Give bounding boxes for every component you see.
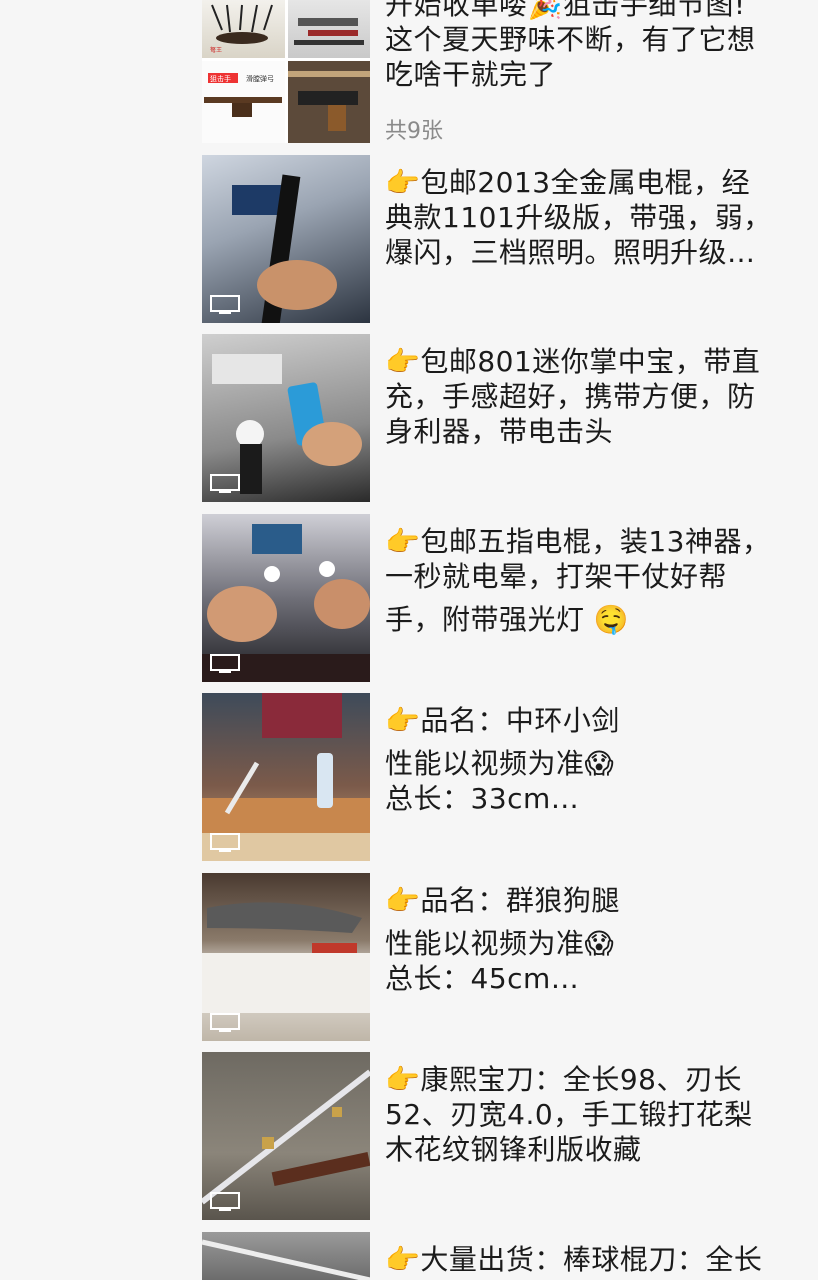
post-text-line: 总长：45cm… [385,962,580,995]
list-item[interactable]: 👉品名：中环小剑 性能以视频为准😱 总长：33cm… [0,693,818,863]
video-icon [210,1013,240,1032]
post-text-line: 👉品名：中环小剑 [385,704,620,737]
post-text-line: 👉康熙宝刀：全长98、刃长 [385,1063,742,1096]
svg-text:狙击手: 狙击手 [210,74,231,83]
list-item[interactable]: 👉品名：群狼狗腿 性能以视频为准😱 总长：45cm… [0,873,818,1043]
post-text-line: 👉大量出货：棒球棍刀：全长 [385,1243,763,1276]
post-text: 👉品名：群狼狗腿 性能以视频为准😱 总长：45cm… [385,883,780,996]
post-text-line: 充，手感超好，携带方便，防 [385,380,756,413]
post-text: 👉包邮801迷你掌中宝，带直 充，手感超好，携带方便，防 身利器，带电击头 [385,344,780,449]
post-text-line: 手，附带强光灯 🤤 [385,603,630,636]
list-item[interactable]: 👉包邮2013全金属电棍，经 典款1101升级版，带强，弱， 爆闪，三档照明。照… [0,155,818,325]
collage-photo-3: 狙击手 滑膛弹弓 [202,61,285,143]
post-text-line: 身利器，带电击头 [385,415,614,448]
video-thumbnail[interactable] [202,334,370,502]
video-icon [210,1192,240,1211]
post-text-line: 52、刃宽4.0，手工锻打花梨 [385,1098,753,1131]
video-thumbnail[interactable] [202,514,370,682]
video-thumbnail[interactable] [202,693,370,861]
collage-photo-4 [288,61,370,143]
post-text-line: 👉包邮801迷你掌中宝，带直 [385,345,761,378]
post-text-line: 开始收单喽🎉狙击手细节图! [385,0,746,21]
video-thumbnail[interactable] [202,1232,370,1280]
photo-collage-thumbnail[interactable]: 弩王 狙击手 滑膛弹弓 [202,0,370,143]
video-thumbnail[interactable] [202,155,370,323]
post-text-line: 爆闪，三档照明。照明升级… [385,236,756,269]
post-text-line: 木花纹钢锋利版收藏 [385,1133,642,1166]
post-text: 👉包邮2013全金属电棍，经 典款1101升级版，带强，弱， 爆闪，三档照明。照… [385,165,780,270]
post-text-line: 典款1101升级版，带强，弱， [385,201,772,234]
collage-photo-2 [288,0,370,58]
post-text-line: 👉包邮2013全金属电棍，经 [385,166,751,199]
list-item[interactable]: 👉康熙宝刀：全长98、刃长 52、刃宽4.0，手工锻打花梨 木花纹钢锋利版收藏 [0,1052,818,1222]
video-icon [210,654,240,673]
list-item[interactable]: 弩王 狙击手 滑膛弹弓 开始收单喽🎉狙击手细节图! 这个夏天野味不断，有了它想 … [0,0,818,150]
post-text-line: 吃啥干就完了 [385,58,557,91]
list-item[interactable]: 👉包邮五指电棍，装13神器， 一秒就电晕，打架干仗好帮 手，附带强光灯 🤤 [0,514,818,684]
svg-text:弩王: 弩王 [210,46,222,54]
collage-photo-1: 弩王 [202,0,285,58]
photo-count: 共9张 [385,119,443,144]
post-text-line: 总长：33cm… [385,782,580,815]
post-text: 👉康熙宝刀：全长98、刃长 52、刃宽4.0，手工锻打花梨 木花纹钢锋利版收藏 [385,1062,780,1167]
post-text-line: 👉品名：群狼狗腿 [385,884,620,917]
video-icon [210,295,240,314]
post-text: 👉大量出货：棒球棍刀：全长 [385,1242,780,1277]
video-thumbnail[interactable] [202,873,370,1041]
video-thumbnail[interactable] [202,1052,370,1220]
video-icon [210,474,240,493]
list-item[interactable]: 👉大量出货：棒球棍刀：全长 [0,1232,818,1280]
svg-text:滑膛弹弓: 滑膛弹弓 [246,74,274,83]
post-text-line: 性能以视频为准😱 [385,747,615,780]
post-text-line: 性能以视频为准😱 [385,927,615,960]
post-text-line: 一秒就电晕，打架干仗好帮 [385,560,728,593]
list-item[interactable]: 👉包邮801迷你掌中宝，带直 充，手感超好，携带方便，防 身利器，带电击头 [0,334,818,504]
post-text: 开始收单喽🎉狙击手细节图! 这个夏天野味不断，有了它想 吃啥干就完了 [385,0,780,92]
post-text: 👉包邮五指电棍，装13神器， 一秒就电晕，打架干仗好帮 手，附带强光灯 🤤 [385,524,780,637]
post-text-line: 这个夏天野味不断，有了它想 [385,23,756,56]
video-icon [210,833,240,852]
post-text-line: 👉包邮五指电棍，装13神器， [385,525,771,558]
post-text: 👉品名：中环小剑 性能以视频为准😱 总长：33cm… [385,703,780,816]
